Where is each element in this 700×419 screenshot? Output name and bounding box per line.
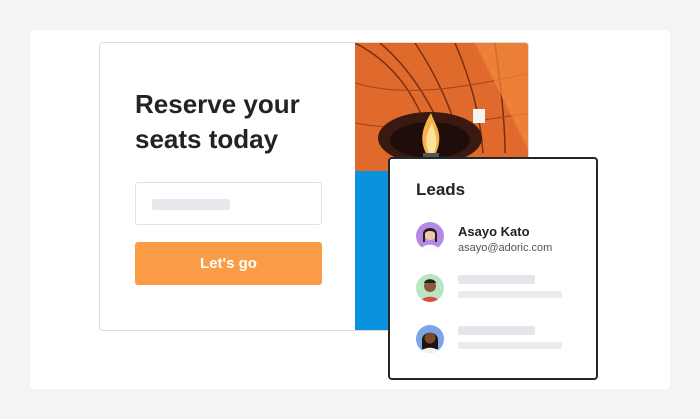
- lead-email-skeleton: [458, 342, 562, 349]
- popup-headline: Reserve your seats today: [135, 89, 300, 154]
- lead-name: Asayo Kato: [458, 224, 530, 239]
- lead-email-skeleton: [458, 291, 562, 298]
- lets-go-button[interactable]: Let's go: [135, 242, 322, 285]
- lead-name-skeleton: [458, 275, 535, 284]
- leads-panel: Leads Asayo Kato asayo@adoric.com: [388, 157, 598, 380]
- avatar: [416, 222, 444, 250]
- lead-item[interactable]: Asayo Kato asayo@adoric.com: [416, 222, 586, 254]
- popup-form-panel: Reserve your seats today Let's go: [100, 43, 355, 330]
- avatar: [416, 274, 444, 302]
- email-placeholder-skeleton: [152, 199, 230, 210]
- lead-email: asayo@adoric.com: [458, 242, 553, 254]
- leads-title: Leads: [416, 180, 466, 199]
- lead-item[interactable]: [416, 325, 586, 357]
- lead-name-skeleton: [458, 326, 535, 335]
- lead-item[interactable]: [416, 274, 586, 306]
- email-input[interactable]: [135, 182, 322, 225]
- avatar: [416, 325, 444, 353]
